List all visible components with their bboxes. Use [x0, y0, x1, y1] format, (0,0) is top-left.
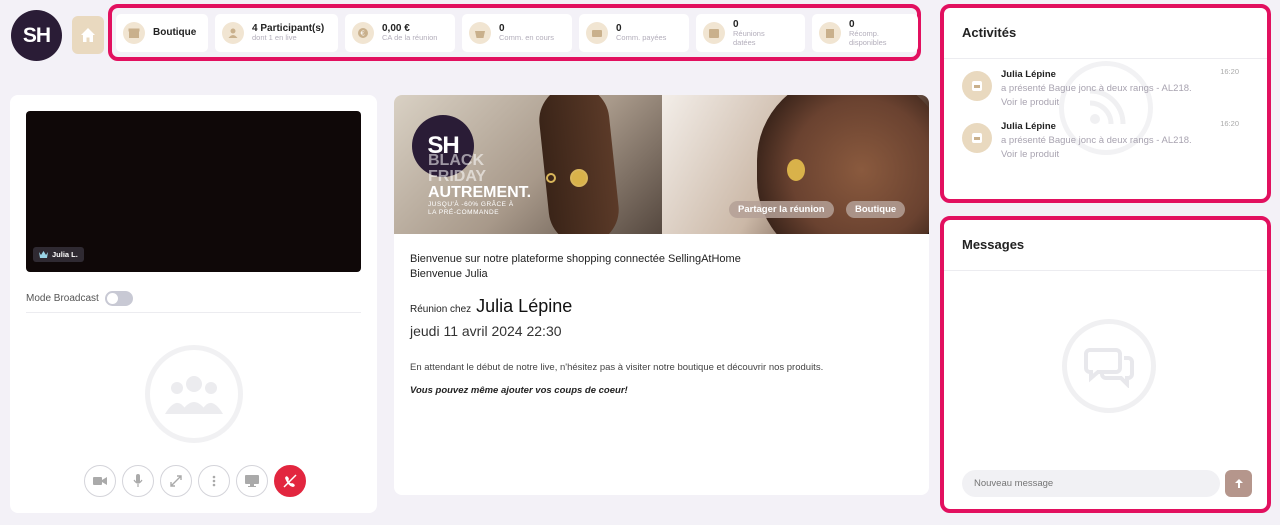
speaker-name: Julia L.	[52, 250, 78, 259]
host-prefix: Réunion chez	[410, 304, 472, 315]
stat-label: Réunions datées	[733, 29, 765, 47]
host-line: Réunion chez Julia Lépine	[410, 296, 572, 317]
new-message-input[interactable]	[962, 470, 1220, 497]
stat-label: Récomp. disponibles	[849, 29, 887, 47]
cta-text: Vous pouvez même ajouter vos coups de co…	[410, 385, 628, 396]
welcome-line: Bienvenue Julia	[410, 268, 488, 280]
crown-icon	[39, 251, 48, 258]
headline-line: BLACK	[428, 152, 484, 169]
activity-list: Julia Lépine a présenté Bague jonc à deu…	[944, 59, 1267, 163]
activity-description: a présenté Bague jonc à deux rangs - AL2…	[1001, 83, 1192, 94]
product-icon	[962, 123, 992, 153]
stat-value: Boutique	[153, 27, 197, 39]
more-icon	[212, 475, 216, 487]
store-icon	[123, 22, 145, 44]
broadcast-row: Mode Broadcast	[26, 285, 361, 313]
activity-user: Julia Lépine	[1001, 121, 1056, 132]
activity-item[interactable]: Julia Lépine a présenté Bague jonc à deu…	[944, 111, 1267, 163]
headline-line: LA PRÉ-COMMANDE	[428, 209, 500, 217]
headline-line: FRIDAY	[428, 168, 487, 185]
home-icon	[81, 28, 95, 42]
send-button[interactable]	[1225, 470, 1252, 497]
shop-button[interactable]: Boutique	[846, 201, 906, 218]
headline-line: AUTREMENT.	[428, 184, 532, 201]
camera-icon	[93, 477, 107, 485]
welcome-text: Bienvenue sur notre plateforme shopping …	[410, 252, 741, 282]
stat-orders-paid[interactable]: 0 Comm. payées	[579, 14, 689, 52]
app-logo[interactable]: SH	[11, 10, 62, 61]
meeting-date: jeudi 11 avril 2024 22:30	[410, 323, 562, 339]
user-icon	[222, 22, 244, 44]
stat-label: CA de la réunion	[382, 33, 438, 43]
hangup-button[interactable]	[274, 465, 306, 497]
host-name: Julia Lépine	[476, 296, 573, 316]
welcome-line: Bienvenue sur notre plateforme shopping …	[410, 253, 741, 265]
stat-label: Comm. en cours	[499, 33, 555, 43]
participants-icon	[145, 345, 243, 443]
stats-bar: Boutique 4 Participant(s) dont 1 en live …	[108, 4, 921, 61]
view-product-link[interactable]: Voir le produit	[1001, 148, 1211, 162]
home-button[interactable]	[72, 16, 104, 54]
stat-meetings-dated[interactable]: 0 Réunions datées	[696, 14, 805, 52]
stat-revenue[interactable]: € 0,00 € CA de la réunion	[345, 14, 455, 52]
card-icon	[586, 22, 608, 44]
stat-label: dont 1 en live	[252, 33, 297, 43]
screen-share-icon	[245, 475, 259, 487]
stat-orders-pending[interactable]: 0 Comm. en cours	[462, 14, 572, 52]
activity-time: 16:20	[1220, 67, 1239, 76]
gift-icon	[819, 22, 841, 44]
activities-title: Activités	[944, 8, 1267, 59]
stat-boutique[interactable]: Boutique	[116, 14, 208, 52]
basket-icon	[469, 22, 491, 44]
microphone-button[interactable]	[122, 465, 154, 497]
calendar-icon	[703, 22, 725, 44]
broadcast-toggle[interactable]	[104, 291, 133, 306]
activity-description: a présenté Bague jonc à deux rangs - AL2…	[1001, 135, 1192, 146]
main-panel: SH BLACK FRIDAY AUTREMENT. JUSQU'À -60% …	[394, 95, 929, 495]
more-button[interactable]	[198, 465, 230, 497]
screen-share-button[interactable]	[236, 465, 268, 497]
share-meeting-button[interactable]: Partager la réunion	[729, 201, 834, 218]
stat-label: Comm. payées	[616, 33, 667, 43]
video-panel: Julia L. Mode Broadcast	[10, 95, 377, 513]
banner-headline: BLACK FRIDAY AUTREMENT. JUSQU'À -60% GRÂ…	[428, 153, 531, 218]
activity-user: Julia Lépine	[1001, 69, 1056, 80]
messages-title: Messages	[944, 220, 1267, 271]
activities-panel: Activités Julia Lépine a présenté Bague …	[940, 4, 1271, 203]
product-icon	[962, 71, 992, 101]
microphone-icon	[133, 474, 143, 487]
intro-text: En attendant le début de notre live, n'h…	[410, 362, 824, 373]
messages-panel: Messages	[940, 216, 1271, 513]
stat-rewards[interactable]: 0 Récomp. disponibles	[812, 14, 918, 52]
speaker-badge: Julia L.	[33, 247, 84, 262]
view-product-link[interactable]: Voir le produit	[1001, 96, 1211, 110]
camera-button[interactable]	[84, 465, 116, 497]
chat-bubbles-icon	[1062, 319, 1156, 413]
promo-banner: SH BLACK FRIDAY AUTREMENT. JUSQU'À -60% …	[394, 95, 929, 234]
video-stream[interactable]: Julia L.	[26, 111, 361, 272]
broadcast-label: Mode Broadcast	[26, 293, 99, 304]
fullscreen-button[interactable]	[160, 465, 192, 497]
activity-item[interactable]: Julia Lépine a présenté Bague jonc à deu…	[944, 59, 1267, 111]
svg-text:€: €	[361, 30, 365, 38]
hangup-icon	[283, 474, 297, 488]
fullscreen-icon	[170, 475, 182, 487]
arrow-up-icon	[1234, 479, 1243, 488]
call-controls	[84, 465, 306, 497]
euro-icon: €	[352, 22, 374, 44]
stat-participants[interactable]: 4 Participant(s) dont 1 en live	[215, 14, 338, 52]
activity-time: 16:20	[1220, 119, 1239, 128]
